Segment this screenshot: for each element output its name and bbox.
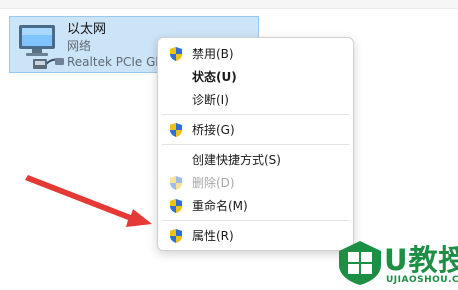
menu-item-label: 重命名(M) [192, 199, 248, 213]
uac-shield-icon [170, 176, 182, 190]
menu-item-label: 状态(U) [192, 70, 237, 84]
watermark: U教授 UJIAOSHOU.COM [332, 235, 458, 290]
menu-item-delete: 删除(D) [162, 170, 349, 195]
menu-separator [162, 220, 349, 221]
adapter-name: 以太网 [67, 22, 107, 37]
menu-item-properties[interactable]: 属性(R) [162, 223, 349, 248]
menu-item-label: 删除(D) [192, 176, 235, 190]
uac-shield-icon [170, 199, 182, 213]
uac-shield-icon [170, 123, 182, 137]
menu-item-create-shortcut[interactable]: 创建快捷方式(S) [162, 147, 349, 172]
menu-item-label: 创建快捷方式(S) [192, 153, 281, 167]
adapter-network-status: 网络 [67, 39, 92, 53]
menu-separator [162, 144, 349, 145]
windows-logo-icon [339, 241, 381, 285]
menu-item-label: 诊断(I) [192, 93, 229, 107]
menu-separator [162, 114, 349, 115]
menu-item-status[interactable]: 状态(U) [162, 64, 349, 89]
menu-item-rename[interactable]: 重命名(M) [162, 193, 349, 218]
context-menu: 禁用(B) 状态(U) 诊断(I) 桥接(G) 创建快捷方式(S) 删除(D) … [157, 37, 354, 251]
window-top-strip [0, 0, 458, 9]
network-adapter-icon [19, 25, 64, 69]
menu-item-bridge[interactable]: 桥接(G) [162, 117, 349, 142]
uac-shield-icon [170, 47, 182, 61]
menu-item-label: 桥接(G) [192, 123, 235, 137]
watermark-text: U教授 [384, 243, 458, 277]
menu-item-label: 禁用(B) [192, 47, 234, 61]
menu-item-disable[interactable]: 禁用(B) [162, 41, 349, 66]
menu-item-diagnose[interactable]: 诊断(I) [162, 87, 349, 112]
uac-shield-icon [170, 229, 182, 243]
watermark-subtext: UJIAOSHOU.COM [386, 275, 458, 285]
menu-item-label: 属性(R) [192, 229, 234, 243]
